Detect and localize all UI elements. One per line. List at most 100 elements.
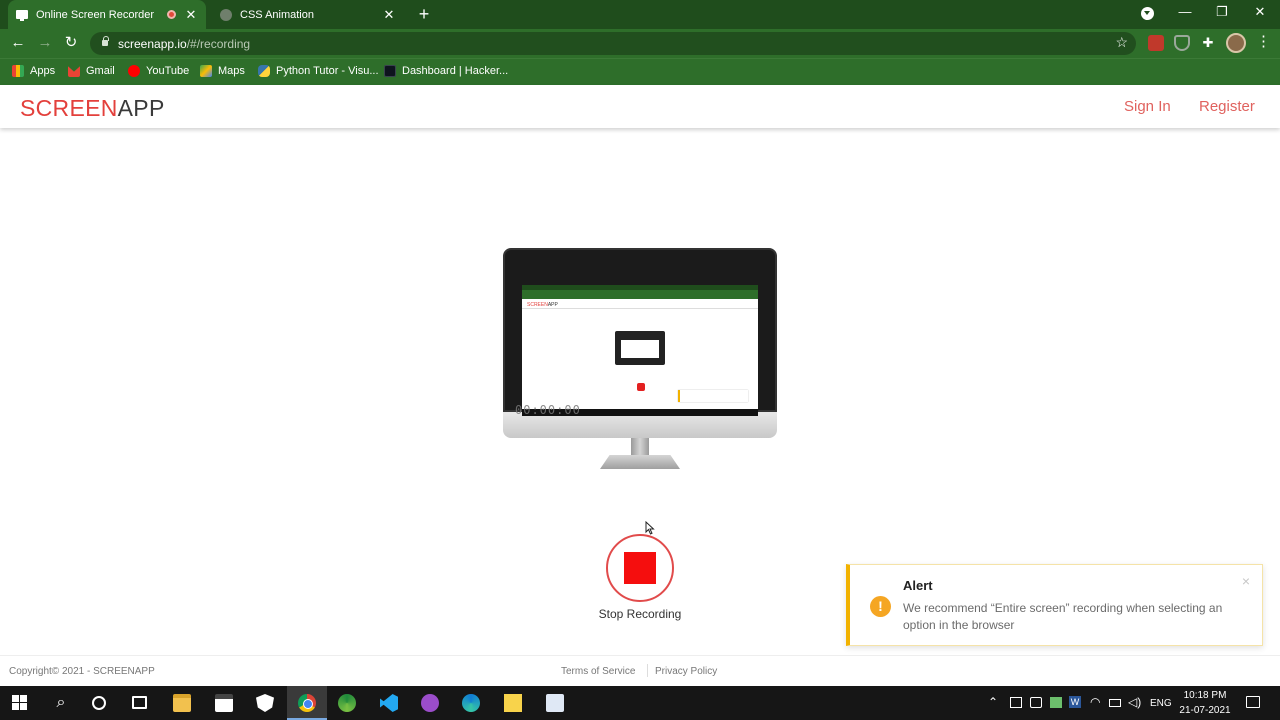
- bookmark-apps[interactable]: Apps: [12, 65, 55, 77]
- clock-time[interactable]: 10:18 PM: [1182, 690, 1228, 701]
- alert-toast: ! Alert We recommend “Entire screen” rec…: [846, 564, 1263, 646]
- mini-monitor: [615, 331, 665, 365]
- hackerrank-icon: [384, 65, 396, 77]
- reload-icon[interactable]: ↻: [62, 34, 80, 52]
- browser-tab-bar: Online Screen Recorder ✕ CSS Animation ✕…: [0, 0, 1280, 29]
- windows-start-icon[interactable]: [12, 695, 27, 710]
- profile-avatar[interactable]: [1226, 33, 1246, 53]
- mini-alert: [678, 390, 748, 402]
- cortana-icon[interactable]: [92, 696, 106, 710]
- notification-center-icon[interactable]: [1246, 696, 1260, 708]
- terms-of-service-link[interactable]: Terms of Service: [561, 666, 635, 677]
- windows-taskbar: ⌕ ⌃ W ◠ ◁) ENG 10:18 PM 21-07-2021: [0, 686, 1280, 720]
- url-text[interactable]: screenapp.io/#/recording: [118, 37, 250, 51]
- tray-word-icon[interactable]: W: [1069, 696, 1081, 708]
- window-close-icon[interactable]: ✕: [1250, 4, 1270, 20]
- url-host: screenapp.io: [118, 37, 187, 51]
- extension-icon[interactable]: [1148, 35, 1164, 51]
- restore-icon[interactable]: ❐: [1212, 4, 1232, 20]
- back-arrow-icon[interactable]: ←: [9, 34, 27, 52]
- close-tab-icon[interactable]: ✕: [184, 7, 198, 23]
- alert-message: We recommend “Entire screen” recording w…: [903, 601, 1223, 632]
- tray-chevron-up-icon[interactable]: ⌃: [988, 695, 998, 709]
- vscode-icon[interactable]: [380, 694, 398, 712]
- stop-recording-button[interactable]: [606, 534, 674, 602]
- bookmark-maps[interactable]: Maps: [200, 65, 245, 77]
- bookmark-star-icon[interactable]: ☆: [1115, 34, 1128, 51]
- security-shield-icon[interactable]: [256, 694, 274, 712]
- maps-icon: [200, 65, 212, 77]
- tray-device-icon[interactable]: [1010, 697, 1022, 708]
- bookmark-label: Gmail: [86, 65, 115, 77]
- browser-menu-icon[interactable]: ⋮: [1256, 33, 1271, 51]
- url-path: /#/recording: [186, 37, 251, 51]
- lock-icon: [102, 36, 109, 46]
- store-icon[interactable]: [215, 694, 233, 712]
- youtube-icon: [128, 65, 140, 77]
- site-header: SCREENAPP Sign In Register: [0, 85, 1280, 128]
- tab-css-animation[interactable]: CSS Animation ✕: [210, 0, 406, 29]
- chrome-icon[interactable]: [298, 694, 316, 712]
- mini-header-line: [522, 308, 758, 309]
- new-tab-plus-icon[interactable]: +: [416, 5, 432, 23]
- close-tab-icon[interactable]: ✕: [382, 7, 396, 23]
- python-icon: [258, 65, 270, 77]
- notepad-icon[interactable]: [546, 694, 564, 712]
- file-explorer-icon[interactable]: [173, 694, 191, 712]
- tray-app-icon[interactable]: [1050, 697, 1062, 708]
- browser-toolbar: ← → ↻ screenapp.io/#/recording ☆ ✚ ⋮: [0, 29, 1280, 58]
- screen-favicon-icon: [16, 10, 28, 21]
- tab-search-icon[interactable]: [1141, 7, 1154, 20]
- sticky-notes-icon[interactable]: [504, 694, 522, 712]
- bookmark-label: Python Tutor - Visu...: [276, 65, 379, 77]
- warning-icon: !: [870, 596, 891, 617]
- gmail-icon: [68, 66, 80, 77]
- tab-title: Online Screen Recorder: [36, 8, 155, 21]
- logo-part-app: APP: [117, 95, 165, 121]
- logo-part-screen: SCREEN: [20, 95, 118, 121]
- recording-indicator-icon: [167, 10, 176, 19]
- bookmark-hackerrank[interactable]: Dashboard | Hacker...: [384, 65, 508, 77]
- stop-square-icon: [624, 552, 656, 584]
- mini-stop-button: [637, 383, 645, 391]
- search-icon[interactable]: ⌕: [52, 694, 70, 712]
- shield-extension-icon[interactable]: [1174, 35, 1190, 51]
- github-desktop-icon[interactable]: [421, 694, 439, 712]
- bookmark-youtube[interactable]: YouTube: [128, 65, 189, 77]
- language-indicator[interactable]: ENG: [1150, 698, 1172, 709]
- alert-title: Alert: [903, 578, 933, 593]
- volume-icon[interactable]: ◁): [1128, 695, 1141, 709]
- sign-in-link[interactable]: Sign In: [1124, 98, 1171, 115]
- edge-dev-icon[interactable]: [338, 694, 356, 712]
- register-link[interactable]: Register: [1199, 98, 1255, 115]
- bookmarks-bar: Apps Gmail YouTube Maps Python Tutor - V…: [0, 58, 1280, 85]
- site-footer: Copyright© 2021 - SCREENAPP Terms of Ser…: [0, 655, 1280, 686]
- copyright-text: Copyright© 2021 - SCREENAPP: [9, 666, 155, 677]
- bookmark-label: Dashboard | Hacker...: [402, 65, 509, 77]
- recording-timer: 00:00:00: [515, 403, 581, 417]
- address-bar[interactable]: screenapp.io/#/recording ☆: [90, 32, 1136, 55]
- privacy-policy-link[interactable]: Privacy Policy: [655, 666, 717, 677]
- apps-grid-icon: [12, 65, 24, 77]
- minimize-icon[interactable]: —: [1175, 4, 1195, 19]
- stop-recording-label[interactable]: Stop Recording: [560, 607, 720, 621]
- screenapp-logo[interactable]: SCREENAPP: [20, 95, 165, 122]
- tray-cloud-icon[interactable]: [1030, 697, 1042, 708]
- alert-close-icon[interactable]: ×: [1242, 573, 1250, 589]
- bookmark-label: Maps: [218, 65, 245, 77]
- tab-title: CSS Animation: [240, 8, 314, 21]
- clock-date[interactable]: 21-07-2021: [1179, 705, 1231, 716]
- edge-icon[interactable]: [462, 694, 480, 712]
- footer-divider: [647, 664, 648, 677]
- puzzle-extensions-icon[interactable]: ✚: [1200, 35, 1216, 51]
- task-view-icon[interactable]: [132, 696, 147, 709]
- battery-icon[interactable]: [1109, 699, 1121, 707]
- preview-screen: SCREENAPP: [522, 285, 758, 416]
- forward-arrow-icon[interactable]: →: [36, 34, 54, 52]
- tab-online-screen-recorder[interactable]: Online Screen Recorder ✕: [8, 0, 206, 29]
- bookmark-python-tutor[interactable]: Python Tutor - Visu...: [258, 65, 379, 77]
- wifi-icon[interactable]: ◠: [1090, 695, 1100, 709]
- monitor-stand: [600, 455, 680, 469]
- bookmark-gmail[interactable]: Gmail: [68, 65, 115, 77]
- globe-favicon-icon: [220, 8, 232, 21]
